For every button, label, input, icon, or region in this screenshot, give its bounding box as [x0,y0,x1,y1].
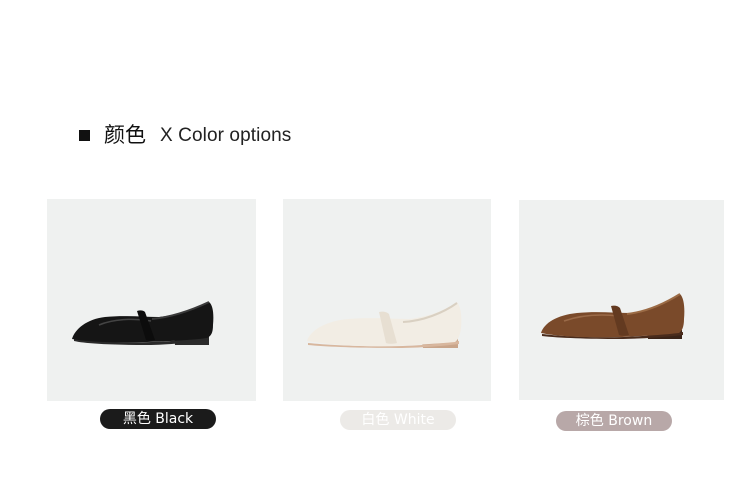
section-title-cn: 颜色 [104,122,146,147]
square-bullet-icon [79,129,90,141]
section-title-en: X Color options [160,124,292,146]
product-card-brown[interactable] [519,200,724,400]
color-label-white: 白色 White [340,410,456,430]
product-card-white[interactable] [283,199,491,401]
shoe-white-image [307,302,462,348]
color-label-brown: 棕色 Brown [556,411,672,431]
color-options-page: 颜色 X Color options 黑色 Black 白色 White 棕色 … [0,0,750,484]
color-label-black: 黑色 Black [100,409,216,429]
shoe-black-image [72,301,214,345]
product-card-black[interactable] [47,199,256,401]
section-header: 颜色 X Color options [79,120,291,150]
shoe-brown-image [541,293,685,339]
